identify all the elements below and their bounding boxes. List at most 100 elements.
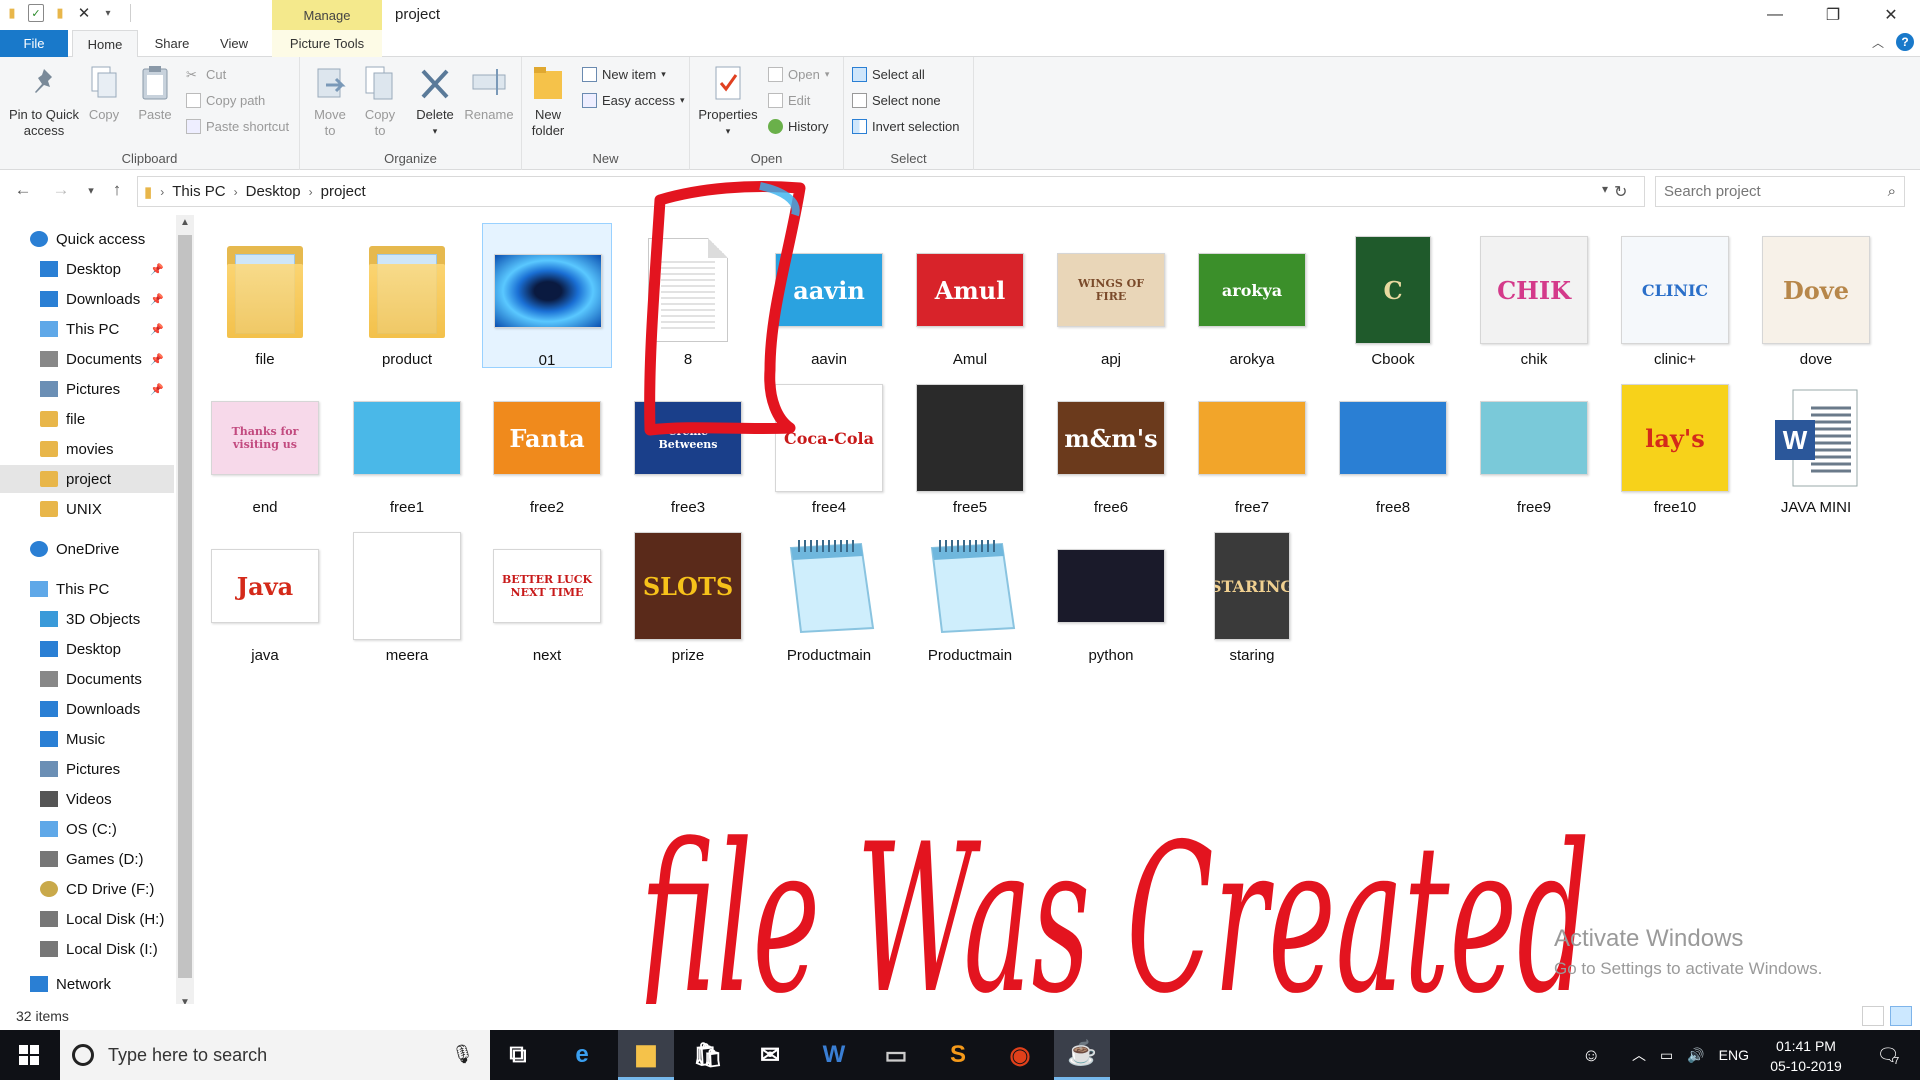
sidebar-item-file[interactable]: file (0, 405, 174, 433)
file-item[interactable]: CHIK chik (1469, 223, 1599, 368)
sidebar-item-downloads[interactable]: Downloads 📌 (0, 285, 174, 313)
edge-taskbar-button[interactable]: e (554, 1030, 610, 1080)
collapse-ribbon-icon[interactable]: ︿ (1872, 34, 1884, 51)
breadcrumb-desktop[interactable]: Desktop (246, 183, 301, 200)
file-item[interactable]: Java java (200, 519, 330, 664)
sidebar-item-cd-drive-f[interactable]: CD Drive (F:) (0, 875, 174, 903)
sidebar-item-quick-access[interactable]: Quick access (0, 225, 174, 253)
file-item[interactable]: file (200, 223, 330, 368)
restore-button[interactable]: ❐ (1804, 0, 1862, 30)
file-item[interactable]: Amul Amul (905, 223, 1035, 368)
file-item[interactable]: free5 (905, 371, 1035, 516)
tab-view[interactable]: View (210, 30, 258, 57)
new-item-button[interactable]: New item ▾ (582, 63, 666, 85)
sidebar-item-desktop[interactable]: Desktop 📌 (0, 255, 174, 283)
file-item[interactable]: W JAVA MINI (1751, 371, 1881, 516)
new-folder-icon[interactable]: ▮ (52, 4, 68, 22)
breadcrumb-project[interactable]: project (321, 183, 366, 200)
history-button[interactable]: History (768, 115, 828, 137)
file-item[interactable]: free9 (1469, 371, 1599, 516)
file-item[interactable]: C Cbook (1328, 223, 1458, 368)
action-center-button[interactable]: 🗨 7 (1868, 1030, 1908, 1080)
up-arrow-icon[interactable]: ↑ (104, 180, 130, 200)
microphone-icon[interactable]: 🎙 (451, 1044, 474, 1065)
select-all-button[interactable]: Select all (852, 63, 925, 85)
tab-manage[interactable]: Manage (272, 0, 382, 30)
store-taskbar-button[interactable]: 🛍 (680, 1030, 736, 1080)
copy-button[interactable]: Copy (84, 63, 124, 123)
volume-icon[interactable]: 🔊 (1687, 1047, 1704, 1064)
rename-button[interactable]: Rename (464, 63, 514, 123)
sidebar-item-music[interactable]: Music (0, 725, 174, 753)
recent-locations-chevron-icon[interactable]: ▾ (78, 184, 104, 197)
search-input[interactable]: Search project ⌕ (1655, 176, 1905, 207)
language-indicator[interactable]: ENG (1719, 1047, 1749, 1063)
people-icon[interactable]: ☺ (1582, 1045, 1600, 1066)
scroll-up-icon[interactable]: ▲ (176, 217, 194, 228)
new-folder-button[interactable]: New folder (528, 63, 568, 139)
file-item[interactable]: product (342, 223, 472, 368)
delete-button[interactable]: Delete ▾ (412, 63, 458, 139)
delete-icon[interactable]: ✕ (76, 4, 92, 22)
file-item[interactable]: Creme Betweens free3 (623, 371, 753, 516)
breadcrumb-this-pc[interactable]: This PC (172, 183, 225, 200)
file-item[interactable]: SLOTS prize (623, 519, 753, 664)
battery-icon[interactable]: ▭ (1660, 1047, 1673, 1064)
copy-path-button[interactable]: Copy path (186, 89, 265, 111)
taskbar-search[interactable]: Type here to search 🎙 (60, 1030, 490, 1080)
tab-home[interactable]: Home (72, 30, 138, 58)
tab-share[interactable]: Share (146, 30, 198, 57)
properties-check-icon[interactable]: ✓ (28, 4, 44, 22)
file-item[interactable]: Productmain (764, 519, 894, 664)
start-button[interactable] (0, 1030, 58, 1080)
sidebar-item-movies[interactable]: movies (0, 435, 174, 463)
sidebar-item-onedrive[interactable]: OneDrive (0, 535, 174, 563)
java-taskbar-button[interactable]: ☕ (1054, 1030, 1110, 1080)
paste-shortcut-button[interactable]: Paste shortcut (186, 115, 289, 137)
close-button[interactable]: ✕ (1862, 0, 1920, 30)
file-item[interactable]: Fanta free2 (482, 371, 612, 516)
sidebar-item-documents[interactable]: Documents (0, 665, 174, 693)
open-button[interactable]: Open ▾ (768, 63, 829, 85)
file-item[interactable]: free7 (1187, 371, 1317, 516)
sidebar-item-pictures[interactable]: Pictures 📌 (0, 375, 174, 403)
sublime-taskbar-button[interactable]: S (930, 1030, 986, 1080)
forward-arrow-icon[interactable]: → (48, 180, 74, 200)
tab-picture-tools[interactable]: Picture Tools (272, 30, 382, 57)
navigation-scrollbar[interactable]: ▲ ▼ (176, 215, 194, 1010)
sidebar-item-documents[interactable]: Documents 📌 (0, 345, 174, 373)
copy-to-button[interactable]: Copy to (360, 63, 400, 139)
invert-selection-button[interactable]: Invert selection (852, 115, 959, 137)
file-item[interactable]: Coca-Cola free4 (764, 371, 894, 516)
show-hidden-icons-icon[interactable]: ︿ (1632, 1045, 1646, 1065)
details-view-button[interactable] (1862, 1006, 1884, 1026)
task-view-taskbar-button[interactable]: ⧉ (490, 1030, 546, 1080)
file-item[interactable]: Thanks for visiting us end (200, 371, 330, 516)
cut-button[interactable]: ✂ Cut (186, 63, 226, 85)
file-item[interactable]: aavin aavin (764, 223, 894, 368)
properties-button[interactable]: Properties ▾ (696, 63, 760, 139)
address-dropdown-icon[interactable]: ▾ (1602, 182, 1608, 196)
sidebar-item-unix[interactable]: UNIX (0, 495, 174, 523)
file-item[interactable]: free1 (342, 371, 472, 516)
file-item[interactable]: BETTER LUCK NEXT TIME next (482, 519, 612, 664)
help-icon[interactable]: ? (1896, 33, 1914, 51)
large-icons-view-button[interactable] (1890, 1006, 1912, 1026)
file-item[interactable]: 8 (623, 223, 753, 368)
file-item[interactable]: arokya arokya (1187, 223, 1317, 368)
sidebar-item-3d-objects[interactable]: 3D Objects (0, 605, 174, 633)
file-item[interactable]: m&m's free6 (1046, 371, 1176, 516)
sidebar-item-local-disk-i[interactable]: Local Disk (I:) (0, 935, 174, 963)
minimize-button[interactable]: — (1746, 0, 1804, 30)
back-arrow-icon[interactable]: ← (10, 180, 36, 200)
clock[interactable]: 01:41 PM 05-10-2019 (1760, 1036, 1852, 1076)
sidebar-item-local-disk-h[interactable]: Local Disk (H:) (0, 905, 174, 933)
file-item[interactable]: WINGS OF FIRE apj (1046, 223, 1176, 368)
easy-access-button[interactable]: Easy access ▾ (582, 89, 685, 111)
terminal-taskbar-button[interactable]: ▭ (868, 1030, 924, 1080)
file-item[interactable]: Dove dove (1751, 223, 1881, 368)
file-item[interactable]: python (1046, 519, 1176, 664)
file-item[interactable]: STARING staring (1187, 519, 1317, 664)
pin-to-quick-access-button[interactable]: Pin to Quick access (6, 63, 82, 139)
scrollbar-thumb[interactable] (178, 235, 192, 978)
